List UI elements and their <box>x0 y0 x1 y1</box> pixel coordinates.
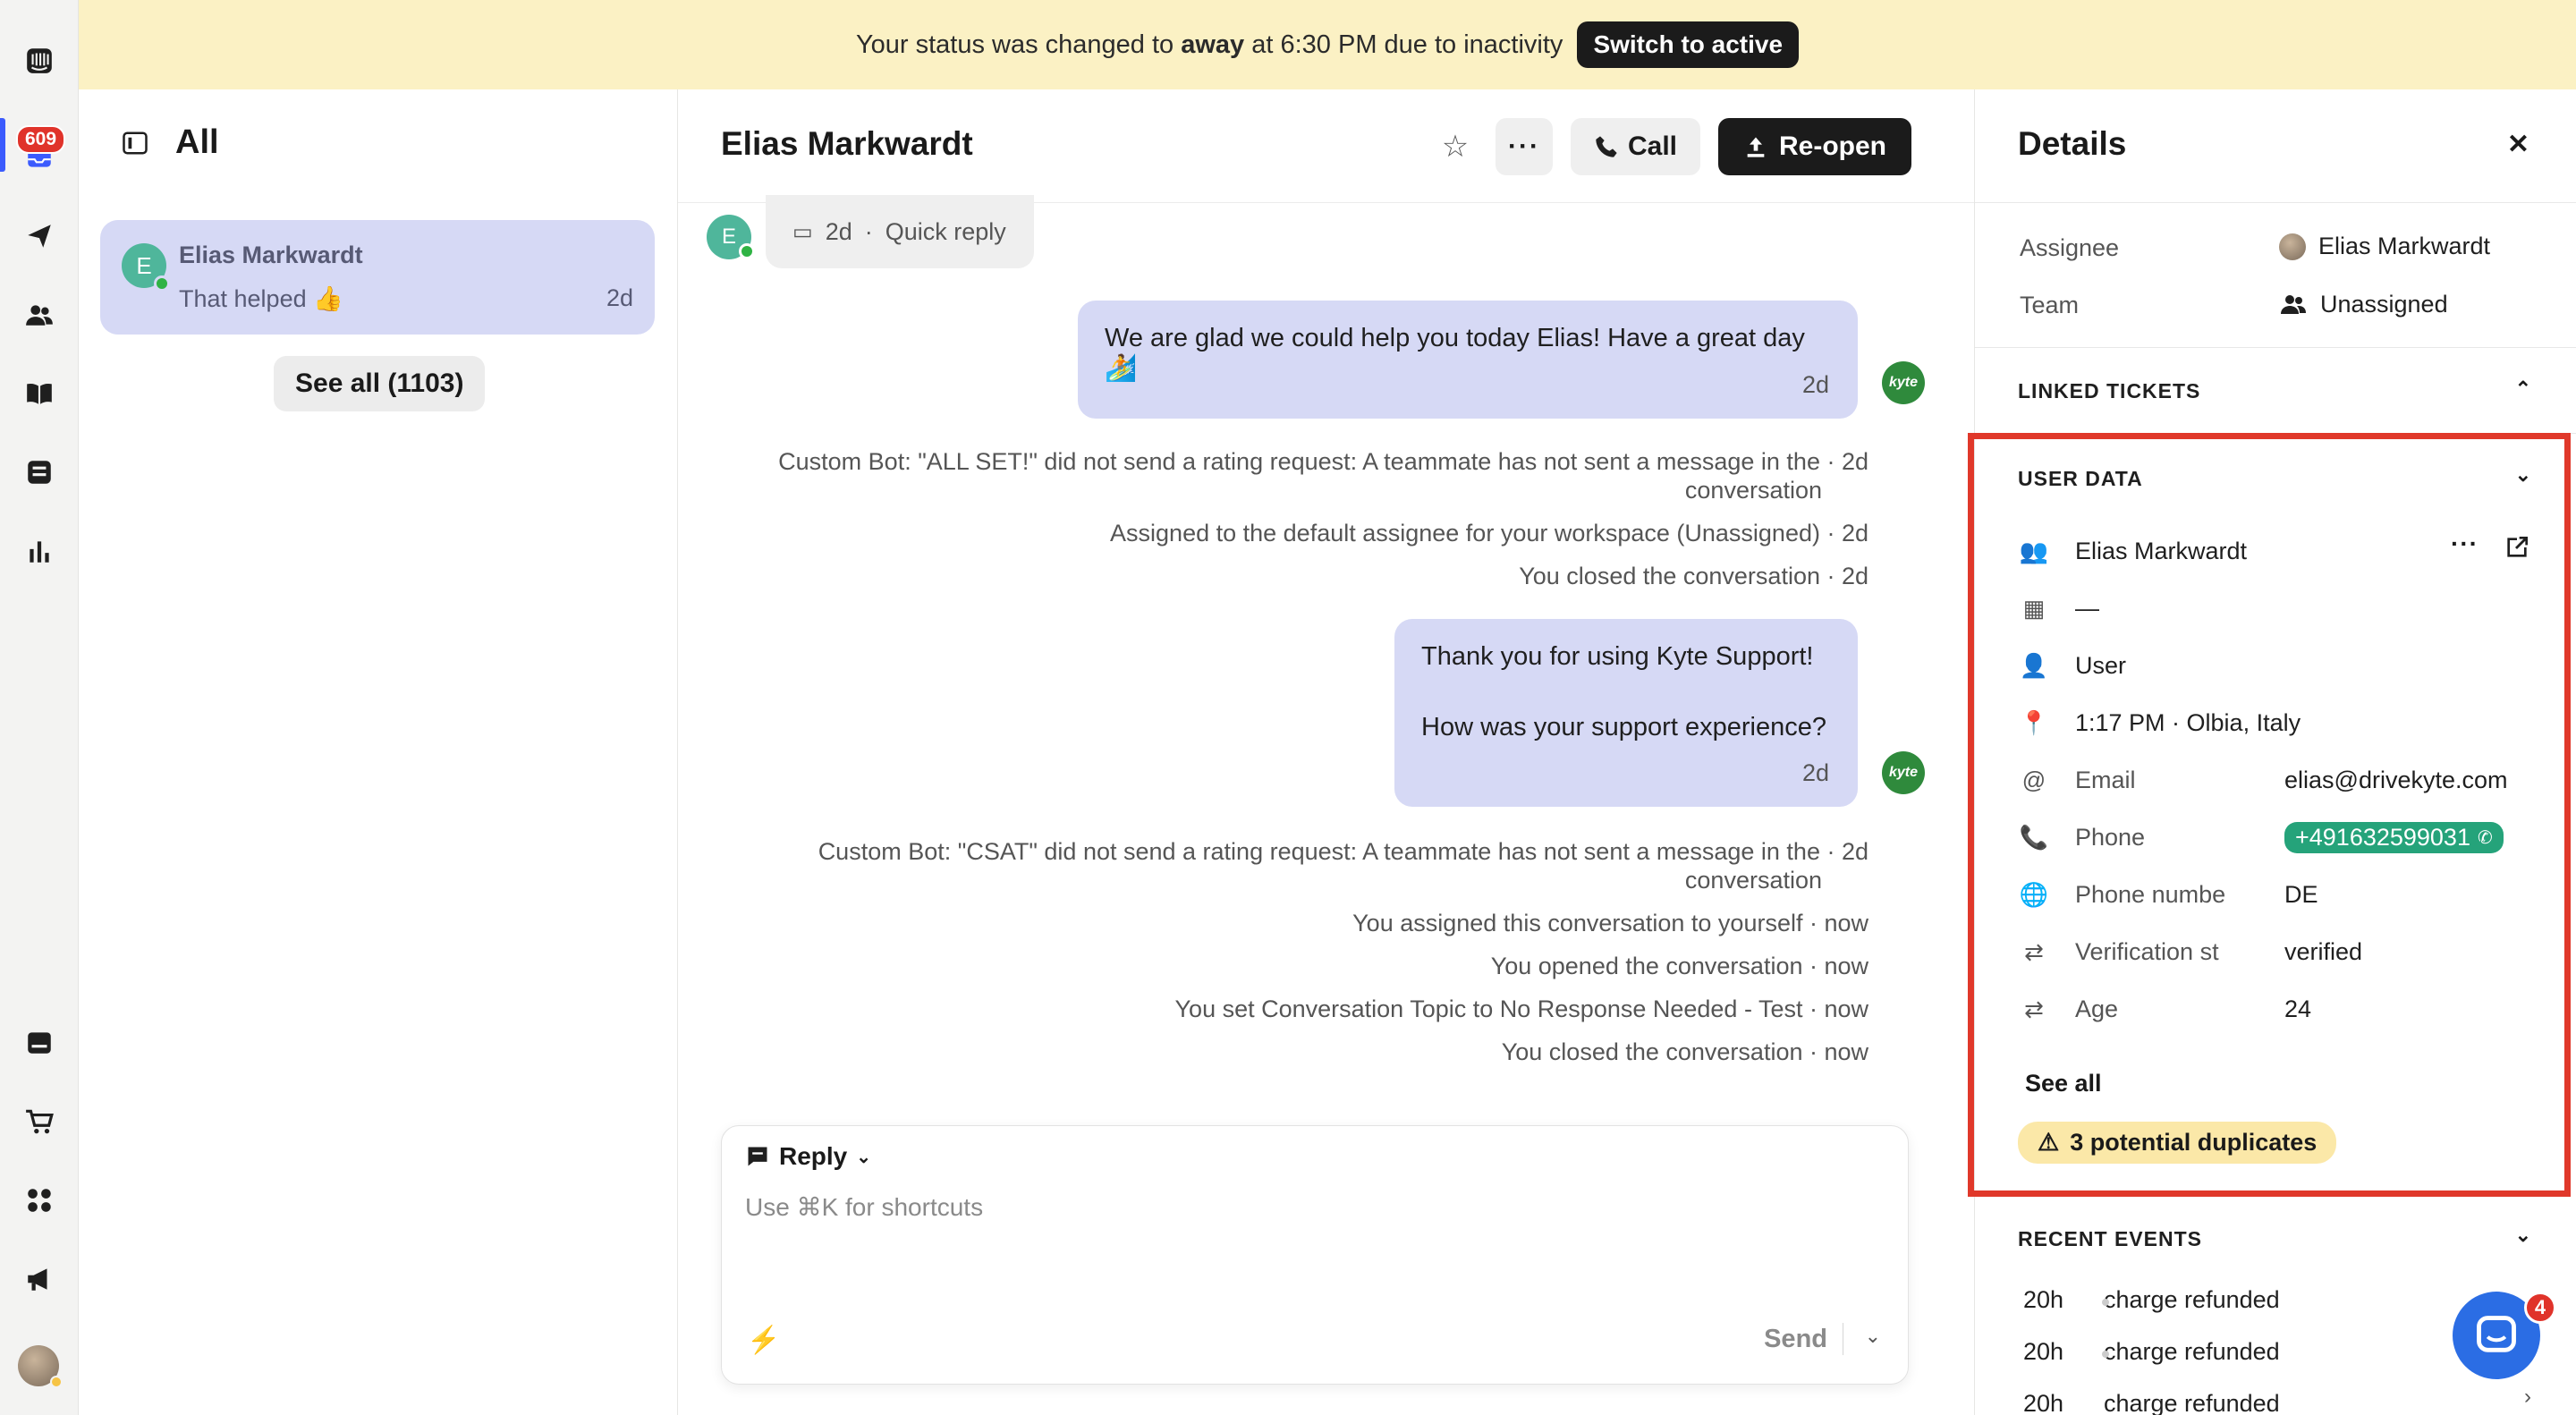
online-dot <box>154 275 170 292</box>
reopen-icon <box>1747 137 1765 157</box>
apps-grid-icon[interactable] <box>21 1182 57 1218</box>
team-icon <box>2281 295 2306 314</box>
conversation-list: All E Elias Markwardt That helped 👍 2d S… <box>79 89 678 1415</box>
call-button[interactable]: Call <box>1570 118 1700 175</box>
conversation-card[interactable]: E Elias Markwardt That helped 👍 2d <box>100 220 655 335</box>
intercom-logo-icon[interactable] <box>21 43 57 79</box>
reply-input[interactable]: Use ⌘K for shortcuts <box>745 1192 983 1222</box>
phone-icon <box>1596 136 1617 157</box>
send-options-chevron-icon[interactable]: ⌄ <box>1865 1325 1881 1348</box>
divider <box>1975 202 2576 203</box>
assignee-avatar <box>2279 233 2306 260</box>
outbound-icon[interactable] <box>21 218 57 254</box>
close-icon[interactable]: ✕ <box>2507 129 2529 160</box>
reopen-button[interactable]: Re-open <box>1718 118 1911 175</box>
team-value[interactable]: Unassigned <box>2279 290 2448 318</box>
details-title: Details <box>2018 125 2127 162</box>
event-line: conversation <box>1684 867 1822 894</box>
conversation-pane: Elias Markwardt ☆ ··· Call Re-open E ▭ 2… <box>678 89 1975 1415</box>
kyte-avatar: kyte <box>1882 751 1925 794</box>
linked-tickets-heading[interactable]: LINKED TICKETS <box>2018 379 2200 403</box>
contact-name: Elias Markwardt <box>179 241 363 268</box>
list-title: All <box>175 123 219 161</box>
assignee-label: Assignee <box>2020 234 2120 261</box>
team-label: Team <box>2020 292 2080 318</box>
event-line: Assigned to the default assignee for you… <box>1110 520 1868 547</box>
switch-to-active-button[interactable]: Switch to active <box>1577 21 1800 68</box>
chevron-up-icon[interactable]: ⌃ <box>2515 377 2531 401</box>
sidebar-toggle-icon[interactable] <box>122 130 148 157</box>
cart-icon[interactable] <box>21 1104 57 1140</box>
event-line: You set Conversation Topic to No Respons… <box>1174 996 1868 1022</box>
online-dot <box>739 243 755 259</box>
recent-event-item[interactable]: 20h charge refunded <box>2023 1338 2280 1366</box>
recent-events-heading[interactable]: RECENT EVENTS <box>2018 1227 2202 1251</box>
reply-chat-icon <box>748 1147 767 1166</box>
chevron-down-icon[interactable]: ⌄ <box>2515 1224 2531 1247</box>
banner-text: Your status was changed to away at 6:30 … <box>855 30 1563 59</box>
chevron-down-icon: ⌄ <box>856 1147 872 1167</box>
contacts-icon[interactable] <box>21 297 57 333</box>
send-button[interactable]: Send <box>1764 1325 1827 1354</box>
conversation-time: 2d <box>606 284 633 311</box>
left-rail: 609 <box>0 0 79 1415</box>
star-icon[interactable]: ☆ <box>1433 129 1478 165</box>
reply-composer[interactable]: Reply ⌄ Use ⌘K for shortcuts ⚡ Send ⌄ <box>721 1125 1909 1385</box>
event-line: conversation <box>1684 477 1822 504</box>
inbox-badge: 609 <box>16 125 66 154</box>
status-banner: Your status was changed to away at 6:30 … <box>79 0 2576 89</box>
quick-reply-icon: ▭ <box>792 219 813 244</box>
reports-chart-icon[interactable] <box>21 533 57 569</box>
event-line: Custom Bot: "ALL SET!" did not send a ra… <box>778 448 1868 475</box>
away-status-dot <box>50 1376 63 1388</box>
active-indicator <box>0 118 5 172</box>
conversation-title: Elias Markwardt <box>721 125 973 162</box>
timeline-dot <box>2102 1299 2109 1306</box>
messages-icon[interactable] <box>21 1025 57 1061</box>
event-line: Custom Bot: "CSAT" did not send a rating… <box>818 838 1868 865</box>
timeline-dot <box>2102 1351 2109 1358</box>
quick-reply-message: ▭ 2d · Quick reply <box>766 195 1034 268</box>
messenger-chat-icon <box>2477 1316 2516 1352</box>
messenger-badge: 4 <box>2524 1292 2556 1324</box>
assignee-value[interactable]: Elias Markwardt <box>2279 233 2490 260</box>
reply-mode-dropdown[interactable]: Reply ⌄ <box>745 1142 871 1171</box>
outgoing-message: Thank you for using Kyte Support! How wa… <box>1394 619 1858 807</box>
recent-event-item[interactable]: 20h charge refunded <box>2023 1390 2280 1415</box>
last-message: That helped 👍 <box>179 285 343 312</box>
kyte-avatar: kyte <box>1882 361 1925 404</box>
lightning-icon[interactable]: ⚡ <box>747 1325 780 1356</box>
megaphone-icon[interactable] <box>21 1261 57 1297</box>
knowledge-book-icon[interactable] <box>21 376 57 411</box>
list-header: All <box>122 123 219 162</box>
outgoing-message: We are glad we could help you today Elia… <box>1078 301 1858 419</box>
more-options-button[interactable]: ··· <box>1495 118 1553 175</box>
recent-event-item[interactable]: 20h charge refunded <box>2023 1286 2280 1314</box>
user-data-highlight-box <box>1968 433 2571 1197</box>
event-line: You assigned this conversation to yourse… <box>1352 910 1868 936</box>
event-line: You opened the conversation · now <box>1490 953 1868 979</box>
chevron-right-icon[interactable]: › <box>2524 1385 2531 1410</box>
see-all-button[interactable]: See all (1103) <box>274 356 486 411</box>
divider <box>1975 347 2576 348</box>
event-line: You closed the conversation · 2d <box>1519 563 1868 589</box>
conversation-actions: ☆ ··· Call Re-open <box>1433 118 1911 175</box>
reports-inbox-icon[interactable] <box>21 454 57 490</box>
event-line: You closed the conversation · now <box>1501 1038 1868 1065</box>
